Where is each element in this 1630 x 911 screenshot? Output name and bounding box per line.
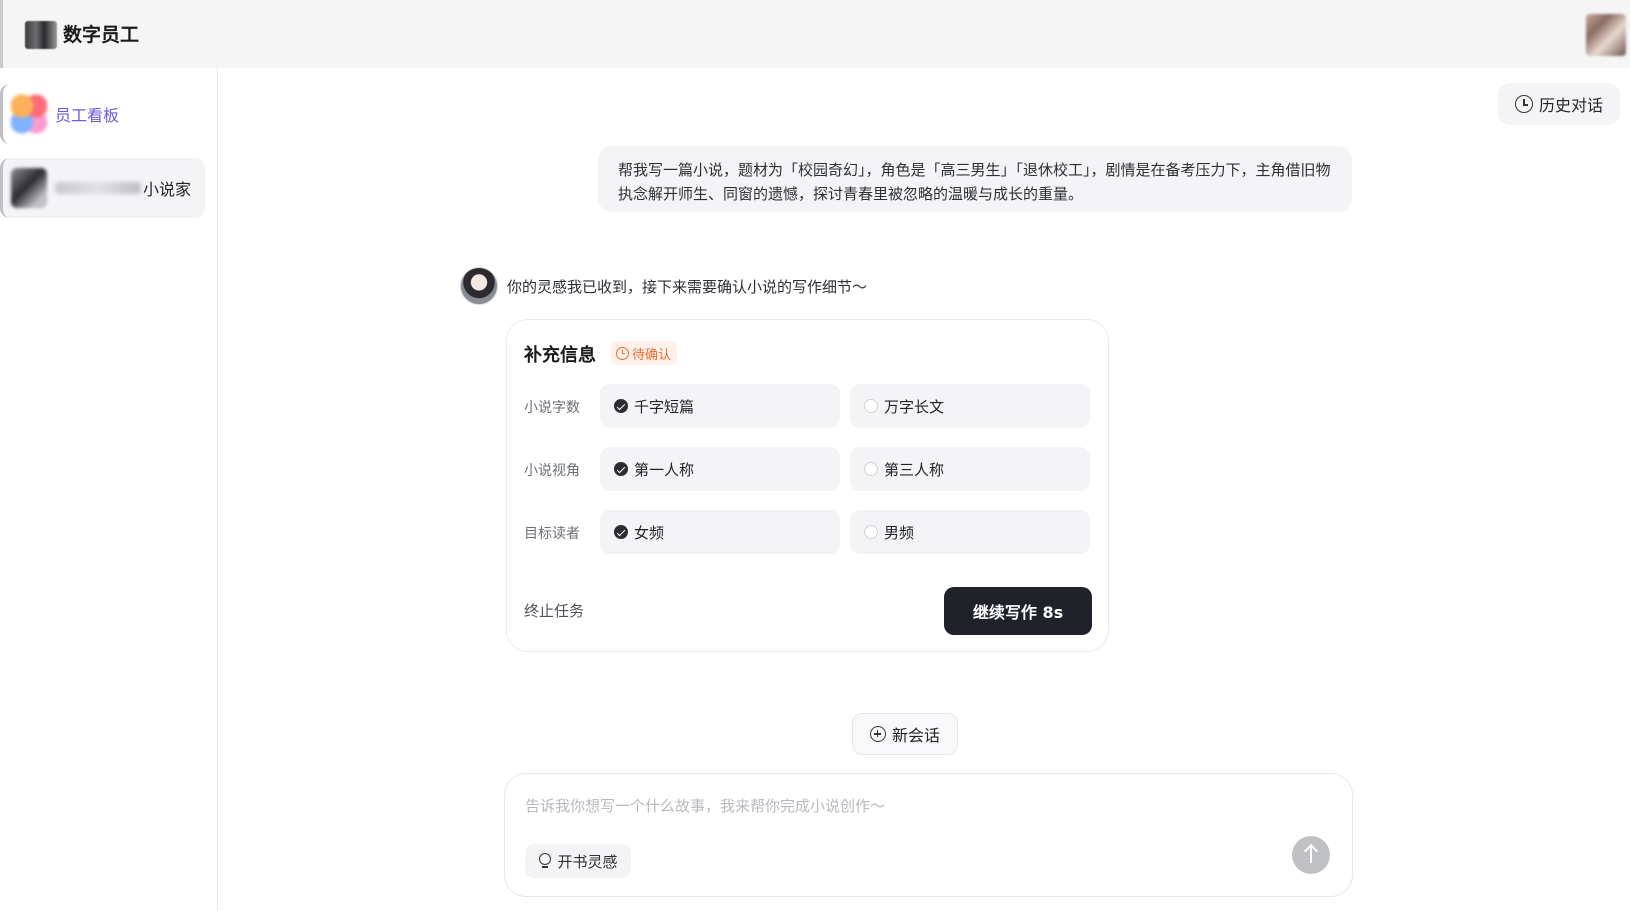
plus-circle-icon xyxy=(869,726,886,742)
sidebar: 员工看板 小说家 xyxy=(0,68,218,911)
send-button[interactable] xyxy=(1292,836,1330,874)
arrow-up-icon xyxy=(1310,847,1312,863)
radio-unchecked-icon xyxy=(864,525,878,539)
option-third-person[interactable]: 第三人称 xyxy=(850,447,1090,491)
card-title: 补充信息 xyxy=(524,345,596,366)
user-message-bubble: 帮我写一篇小说，题材为「校园奇幻」，角色是「高三男生」「退休校工」，剧情是在备考… xyxy=(598,146,1352,212)
option-first-person[interactable]: 第一人称 xyxy=(600,447,840,491)
option-male-audience[interactable]: 男频 xyxy=(850,510,1090,554)
history-label: 历史对话 xyxy=(1538,96,1603,115)
option-label: 女频 xyxy=(634,523,665,542)
option-long-story[interactable]: 万字长文 xyxy=(850,384,1090,428)
novelist-avatar-icon xyxy=(11,168,47,208)
assistant-avatar xyxy=(460,267,498,305)
clock-icon xyxy=(616,346,629,360)
option-label: 第一人称 xyxy=(634,460,695,479)
radio-unchecked-icon xyxy=(864,462,878,476)
message-input[interactable] xyxy=(525,792,1285,820)
assistant-message: 你的灵感我已收到，接下来需要确认小说的写作细节～ xyxy=(507,278,868,296)
user-avatar[interactable] xyxy=(1586,14,1626,56)
option-label: 男频 xyxy=(884,523,915,542)
row-label-perspective: 小说视角 xyxy=(524,463,580,479)
redacted-name xyxy=(55,182,141,194)
app-logo-icon xyxy=(25,21,57,49)
top-header: 数字员工 xyxy=(0,0,1630,68)
sidebar-item-employee-board[interactable]: 员工看板 xyxy=(0,84,205,144)
status-badge-label: 待确认 xyxy=(632,347,672,363)
inspiration-button[interactable]: 开书灵感 xyxy=(525,844,631,878)
radio-checked-icon xyxy=(614,399,628,413)
option-female-audience[interactable]: 女频 xyxy=(600,510,840,554)
option-label: 千字短篇 xyxy=(634,397,695,416)
clock-icon xyxy=(1514,95,1533,113)
option-short-story[interactable]: 千字短篇 xyxy=(600,384,840,428)
option-label: 第三人称 xyxy=(884,460,945,479)
new-session-label: 新会话 xyxy=(891,726,940,745)
stop-task-button[interactable]: 终止任务 xyxy=(524,600,584,621)
radio-unchecked-icon xyxy=(864,399,878,413)
row-label-word-count: 小说字数 xyxy=(524,400,580,416)
radio-checked-icon xyxy=(614,462,628,476)
supplement-info-card: 补充信息 待确认 小说字数 千字短篇 万字长文 小说视角 第一人称 第三人称 目… xyxy=(506,319,1109,652)
sidebar-item-label: 员工看板 xyxy=(55,106,120,125)
inspiration-label: 开书灵感 xyxy=(557,852,618,871)
new-session-button[interactable]: 新会话 xyxy=(852,713,958,755)
option-label: 万字长文 xyxy=(884,397,945,416)
lightbulb-icon xyxy=(538,853,552,869)
continue-writing-button[interactable]: 继续写作 8s xyxy=(944,587,1092,635)
app-window: 数字员工 员工看板 小说家 历史对话 帮我写一篇小说，题材为「校园奇幻」，角色是… xyxy=(0,0,1630,911)
status-badge: 待确认 xyxy=(611,341,678,365)
composer: 开书灵感 xyxy=(504,773,1353,897)
sidebar-item-label: 小说家 xyxy=(143,180,192,199)
sidebar-item-novelist[interactable]: 小说家 xyxy=(0,158,205,218)
brand-title: 数字员工 xyxy=(63,24,140,46)
radio-checked-icon xyxy=(614,525,628,539)
row-label-target-reader: 目标读者 xyxy=(524,526,580,542)
history-button[interactable]: 历史对话 xyxy=(1498,83,1620,125)
employee-board-icon xyxy=(11,94,47,134)
